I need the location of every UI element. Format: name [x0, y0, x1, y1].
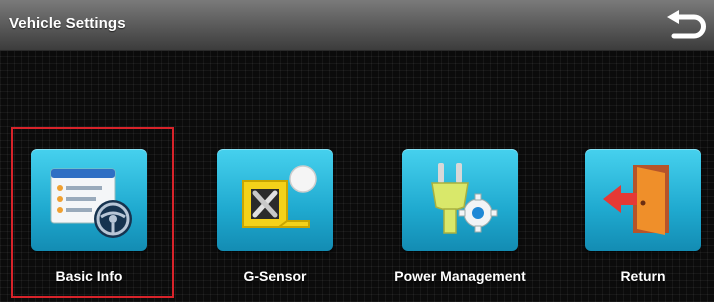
- power-management-label: Power Management: [394, 268, 526, 284]
- basic-info-tile[interactable]: Basic Info: [14, 130, 164, 290]
- page-title: Vehicle Settings: [9, 15, 126, 32]
- return-arrow-icon: [667, 10, 706, 39]
- vehicle-settings-screen: Vehicle Settings Basic Info G-Sensor Pow…: [0, 0, 714, 302]
- return-label: Return: [620, 268, 666, 284]
- g-sensor-tile[interactable]: G-Sensor: [200, 130, 350, 290]
- power-management-tile[interactable]: Power Management: [385, 130, 535, 290]
- g-sensor-icon: [242, 165, 317, 228]
- basic-info-icon-box: [31, 149, 147, 251]
- g-sensor-icon-box: [217, 149, 333, 251]
- vehicle-info-icon: [50, 168, 132, 238]
- power-management-icon-box: [402, 149, 518, 251]
- return-tile[interactable]: Return: [568, 130, 714, 290]
- basic-info-label: Basic Info: [55, 268, 123, 284]
- g-sensor-label: G-Sensor: [243, 268, 307, 284]
- back-button[interactable]: [664, 8, 708, 46]
- return-icon-box: [585, 149, 701, 251]
- title-bar: Vehicle Settings: [0, 0, 714, 51]
- power-plug-gear-icon: [431, 163, 498, 234]
- exit-door-icon: [603, 165, 669, 235]
